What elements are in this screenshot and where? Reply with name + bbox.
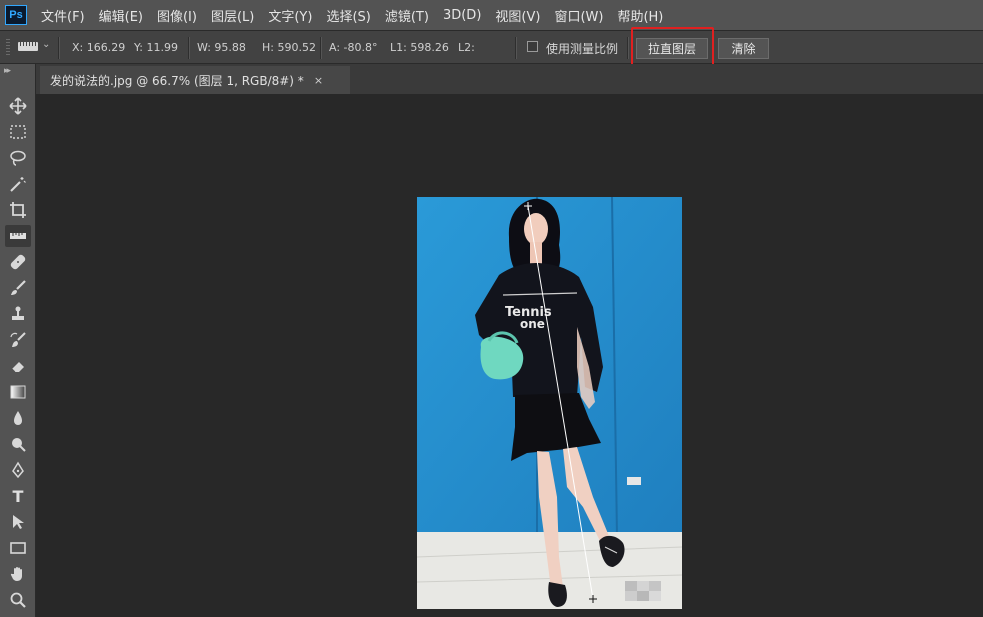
menu-filter[interactable]: 滤镜(T): [385, 6, 429, 25]
dodge-icon[interactable]: [5, 433, 31, 455]
measure-angle: A: -80.8°: [329, 41, 378, 54]
document-tab[interactable]: 发的说法的.jpg @ 66.7% (图层 1, RGB/8#) * ×: [40, 66, 350, 94]
document-image[interactable]: Tennis one: [417, 197, 682, 609]
options-grip[interactable]: [6, 39, 10, 55]
divider: [627, 37, 629, 59]
collapse-icon[interactable]: ▸▸: [4, 66, 11, 76]
menu-bar: Ps 文件(F) 编辑(E) 图像(I) 图层(L) 文字(Y) 选择(S) 滤…: [0, 0, 983, 30]
canvas-area[interactable]: Tennis one: [37, 94, 983, 617]
options-bar: ⌄ X: 166.29 Y: 11.99 W: 95.88 H: 590.52 …: [0, 30, 983, 64]
photo-illustration: Tennis one: [417, 197, 682, 609]
menu-view[interactable]: 视图(V): [495, 6, 540, 25]
pen-icon[interactable]: [5, 459, 31, 481]
rectangle-icon[interactable]: [5, 537, 31, 559]
measure-y: Y: 11.99: [134, 41, 178, 54]
menu-select[interactable]: 选择(S): [326, 6, 370, 25]
photoshop-logo: Ps: [5, 5, 27, 25]
zoom-icon[interactable]: [5, 589, 31, 611]
clear-button[interactable]: 清除: [718, 38, 769, 59]
menu-edit[interactable]: 编辑(E): [99, 6, 143, 25]
move-icon[interactable]: [5, 95, 31, 117]
divider: [188, 37, 190, 59]
path-select-icon[interactable]: [5, 511, 31, 533]
divider: [320, 37, 322, 59]
gradient-icon[interactable]: [5, 381, 31, 403]
measure-l1: L1: 598.26: [390, 41, 449, 54]
stamp-icon[interactable]: [5, 303, 31, 325]
menu-image[interactable]: 图像(I): [157, 6, 197, 25]
measure-l2: L2:: [458, 41, 475, 54]
text-icon[interactable]: T: [5, 485, 31, 507]
menu-file[interactable]: 文件(F): [41, 6, 85, 25]
menu-window[interactable]: 窗口(W): [554, 6, 603, 25]
history-brush-icon[interactable]: [5, 329, 31, 351]
measure-h: H: 590.52: [262, 41, 316, 54]
menu-layer[interactable]: 图层(L): [211, 6, 254, 25]
brush-icon[interactable]: [5, 277, 31, 299]
chevron-down-icon[interactable]: ⌄: [42, 39, 50, 50]
document-tab-bar: 发的说法的.jpg @ 66.7% (图层 1, RGB/8#) * ×: [36, 64, 983, 94]
close-icon[interactable]: ×: [314, 74, 323, 87]
measure-x: X: 166.29: [72, 41, 126, 54]
divider: [515, 37, 517, 59]
svg-text:one: one: [520, 317, 545, 331]
ruler-icon[interactable]: [5, 225, 31, 247]
blur-icon[interactable]: [5, 407, 31, 429]
measure-w: W: 95.88: [197, 41, 246, 54]
hand-icon[interactable]: [5, 563, 31, 585]
document-tab-title: 发的说法的.jpg @ 66.7% (图层 1, RGB/8#) *: [50, 73, 304, 88]
healing-icon[interactable]: [5, 251, 31, 273]
lasso-icon[interactable]: [5, 147, 31, 169]
eraser-icon[interactable]: [5, 355, 31, 377]
ruler-tool-preset-icon[interactable]: [18, 42, 38, 51]
magic-wand-icon[interactable]: [5, 173, 31, 195]
menu-type[interactable]: 文字(Y): [268, 6, 312, 25]
menu-3d[interactable]: 3D(D): [443, 8, 481, 23]
use-measurement-scale-label: 使用测量比例: [546, 42, 619, 56]
crop-icon[interactable]: [5, 199, 31, 221]
use-measurement-scale-checkbox[interactable]: [527, 41, 538, 52]
marquee-icon[interactable]: [5, 121, 31, 143]
divider: [58, 37, 60, 59]
menu-help[interactable]: 帮助(H): [617, 6, 663, 25]
toolbox: ▸▸ T: [0, 64, 36, 617]
